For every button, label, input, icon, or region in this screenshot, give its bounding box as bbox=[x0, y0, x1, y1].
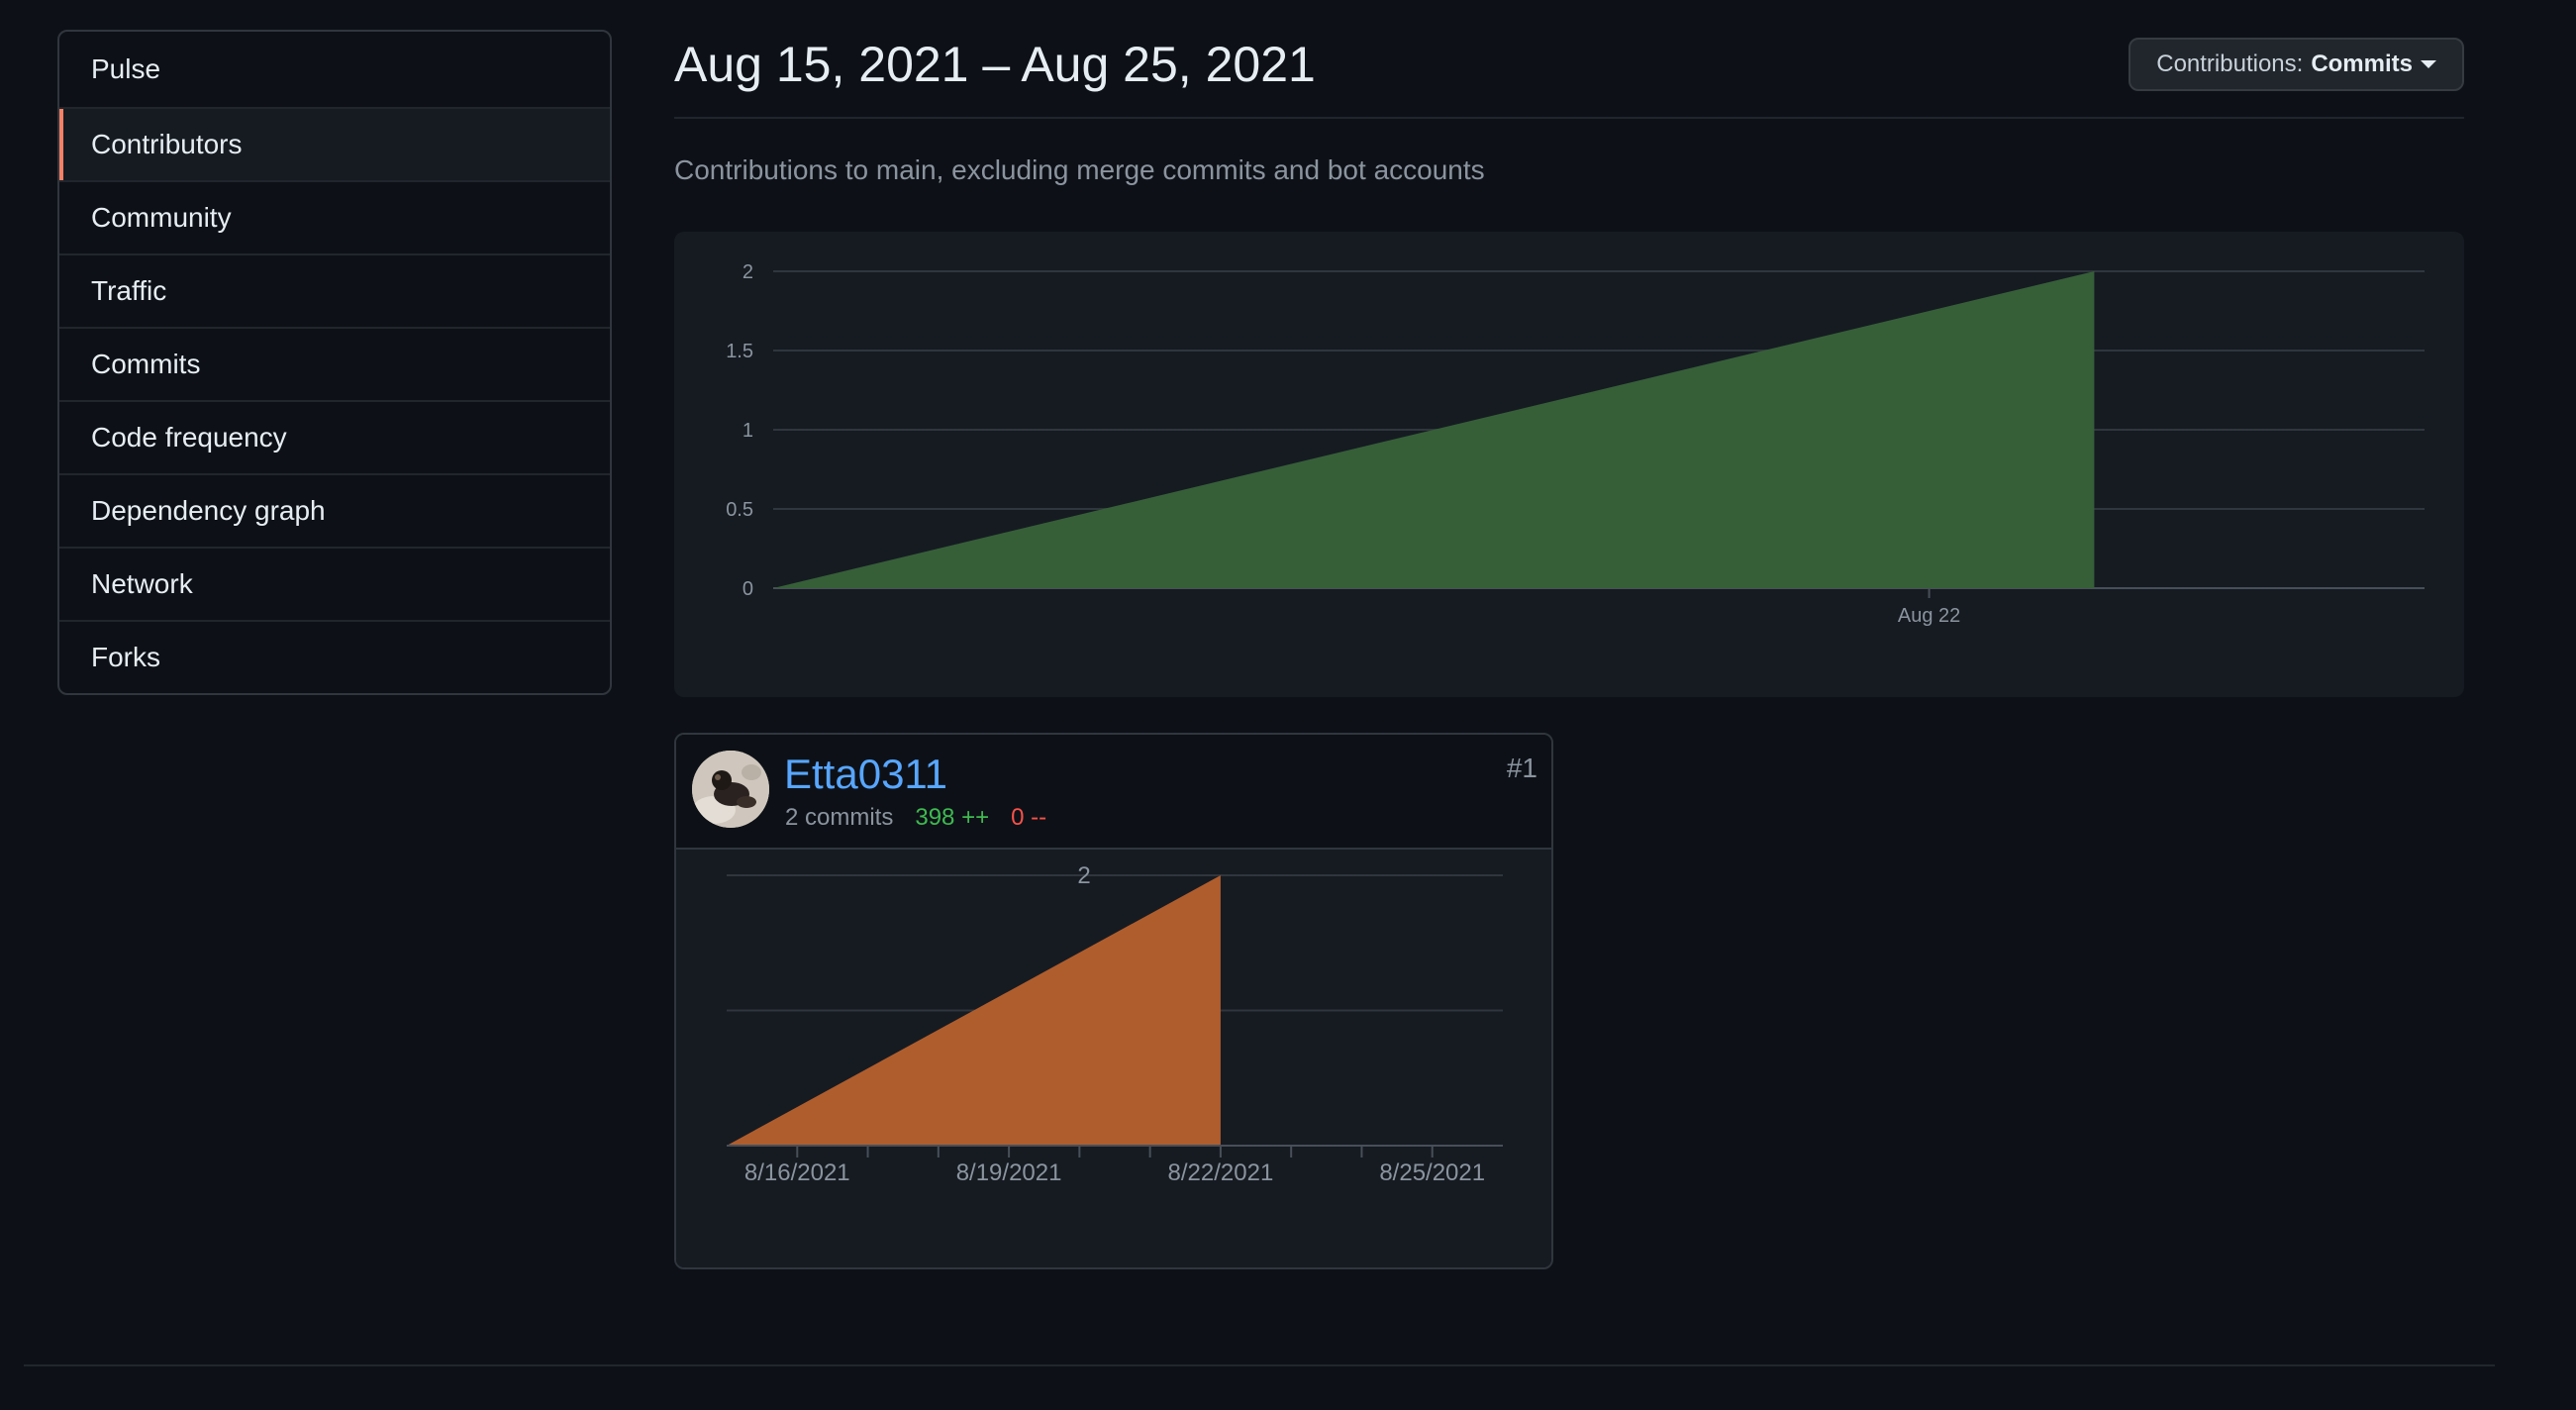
contributor-rank: #1 bbox=[1506, 753, 1537, 783]
sidebar-item-forks[interactable]: Forks bbox=[59, 620, 610, 693]
x-tick-label: 8/22/2021 bbox=[1168, 1159, 1274, 1186]
x-tick-label: 8/25/2021 bbox=[1379, 1159, 1485, 1186]
additions-count: 398 ++ bbox=[915, 804, 990, 831]
x-tick-label: 8/16/2021 bbox=[744, 1159, 850, 1186]
x-tick-label: Aug 22 bbox=[1898, 605, 1960, 627]
sidebar-item-dependency-graph[interactable]: Dependency graph bbox=[59, 473, 610, 547]
sidebar-item-network[interactable]: Network bbox=[59, 547, 610, 620]
sidebar-item-label: Commits bbox=[91, 349, 201, 379]
contributor-stats: 2 commits 398 ++ 0 -- bbox=[785, 804, 1046, 832]
commit-count[interactable]: 2 commits bbox=[785, 804, 893, 831]
y-tick-label: 0 bbox=[743, 578, 753, 600]
contributor-username-link[interactable]: Etta0311 bbox=[784, 751, 947, 798]
contributions-description: Contributions to main, excluding merge c… bbox=[674, 154, 1485, 185]
sidebar-item-traffic[interactable]: Traffic bbox=[59, 253, 610, 327]
y-tick-label: 1.5 bbox=[726, 341, 753, 362]
sidebar-item-label: Pulse bbox=[91, 53, 161, 84]
contributions-chart[interactable]: 0 0.5 1 1.5 2 Aug 22 bbox=[674, 232, 2464, 697]
footer-divider bbox=[24, 1364, 2495, 1366]
page-header: Aug 15, 2021 – Aug 25, 2021 Contribution… bbox=[674, 30, 2464, 119]
y-tick-label: 0.5 bbox=[726, 499, 753, 521]
sidebar-item-label: Network bbox=[91, 568, 193, 599]
x-tick-label: 8/19/2021 bbox=[956, 1159, 1062, 1186]
avatar[interactable] bbox=[692, 751, 769, 828]
sidebar-item-pulse[interactable]: Pulse bbox=[59, 32, 610, 107]
sidebar-item-label: Code frequency bbox=[91, 422, 287, 453]
contributor-card-header: Etta0311 2 commits 398 ++ 0 -- #1 bbox=[676, 735, 1551, 850]
contributions-chart-svg: 0 0.5 1 1.5 2 Aug 22 bbox=[726, 261, 2425, 627]
dropdown-prefix: Contributions: bbox=[2156, 50, 2304, 77]
sidebar-item-label: Contributors bbox=[91, 129, 243, 159]
contributor-chart-svg: 2 8/16/2021 8/19/2021 8/22/2021 8/25/2021 bbox=[727, 862, 1503, 1186]
sidebar-item-code-frequency[interactable]: Code frequency bbox=[59, 400, 610, 473]
sidebar-item-community[interactable]: Community bbox=[59, 180, 610, 253]
insights-sidebar: Pulse Contributors Community Traffic Com… bbox=[57, 30, 612, 695]
y-tick-label: 2 bbox=[1077, 862, 1090, 889]
sidebar-item-label: Forks bbox=[91, 642, 160, 672]
dropdown-value: Commits bbox=[2311, 50, 2413, 77]
y-tick-label: 2 bbox=[743, 261, 753, 283]
contributions-type-dropdown[interactable]: Contributions: Commits bbox=[2129, 38, 2464, 91]
sidebar-item-commits[interactable]: Commits bbox=[59, 327, 610, 400]
sidebar-item-label: Dependency graph bbox=[91, 495, 326, 526]
contributor-card: Etta0311 2 commits 398 ++ 0 -- #1 2 8/16/20… bbox=[674, 733, 1553, 1269]
deletions-count: 0 -- bbox=[1011, 804, 1047, 831]
y-tick-label: 1 bbox=[743, 420, 753, 442]
contributor-chart[interactable]: 2 8/16/2021 8/19/2021 8/22/2021 8/25/2021 bbox=[676, 850, 1551, 1267]
sidebar-item-label: Traffic bbox=[91, 275, 167, 306]
sidebar-item-label: Community bbox=[91, 202, 232, 233]
page-title: Aug 15, 2021 – Aug 25, 2021 bbox=[674, 37, 1316, 92]
sidebar-item-contributors[interactable]: Contributors bbox=[59, 107, 610, 180]
avatar-image bbox=[692, 751, 769, 828]
caret-down-icon bbox=[2421, 60, 2436, 68]
